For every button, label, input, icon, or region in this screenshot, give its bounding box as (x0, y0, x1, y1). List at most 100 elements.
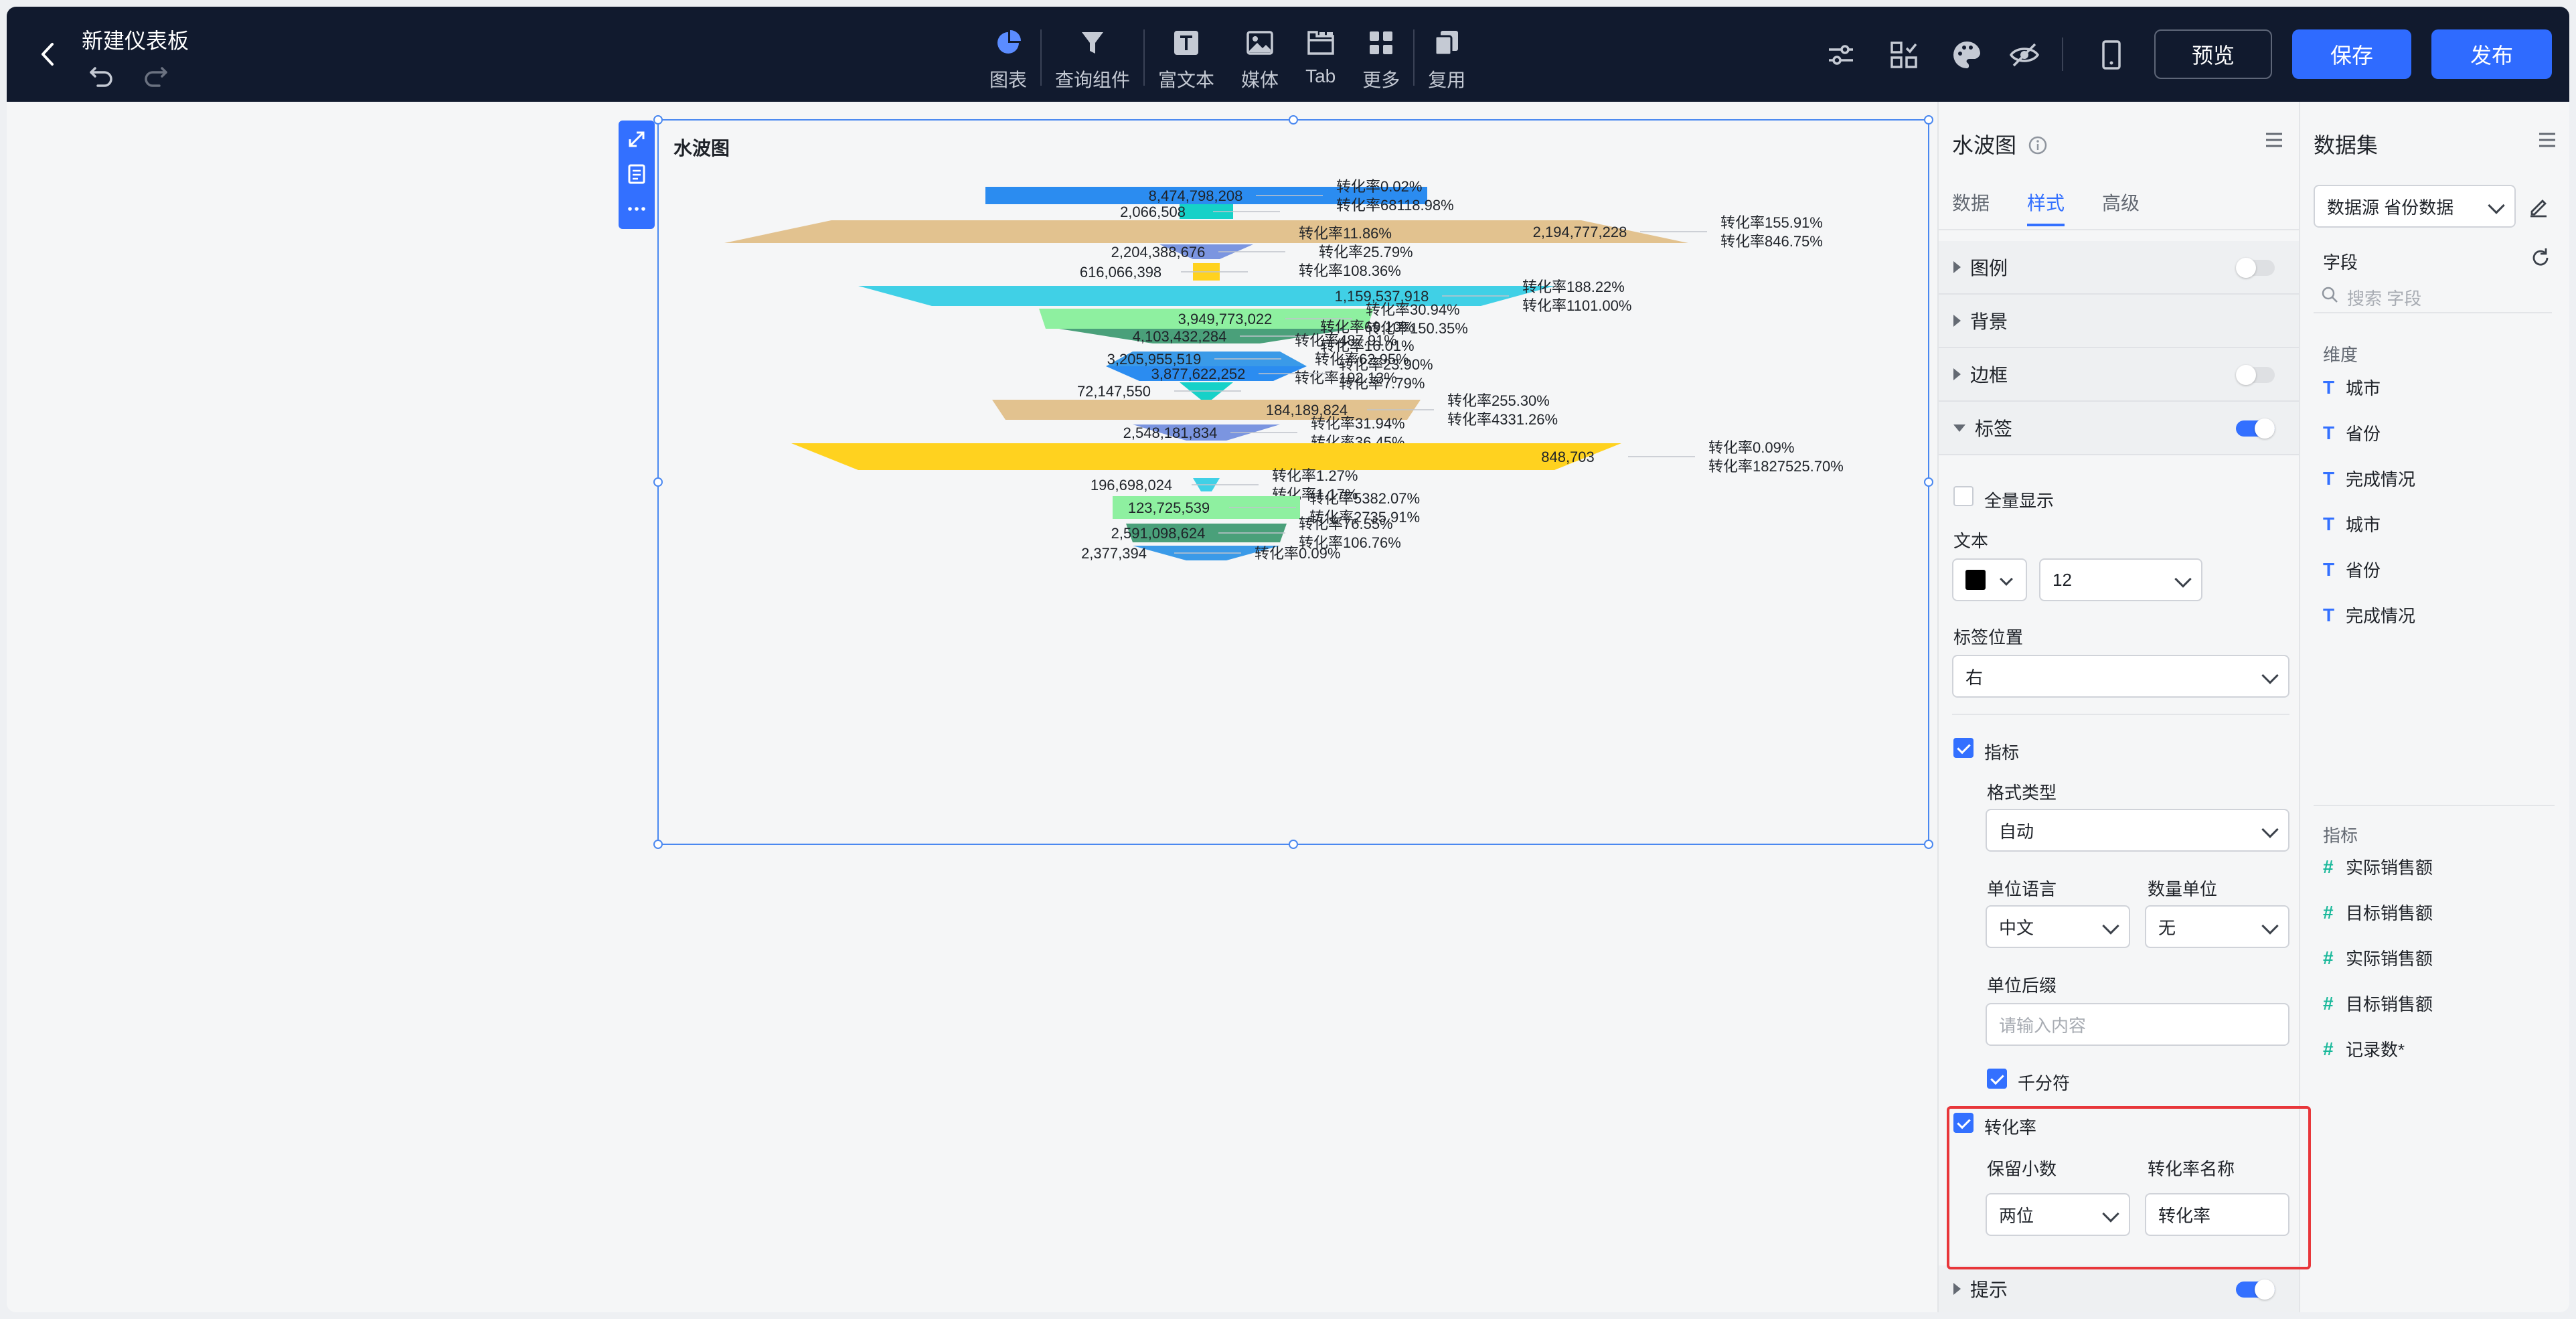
text-type-icon: T (2323, 467, 2335, 489)
conversion-rate-label: 转化率68118.98% (1336, 197, 1454, 214)
settings-sliders-icon[interactable] (1825, 39, 1857, 71)
thousands-separator-label: 千分符 (2018, 1073, 2071, 1093)
resize-handle-bottom-right[interactable] (1924, 840, 1933, 849)
font-size-select[interactable]: 12 (2039, 558, 2202, 601)
chevron-down-icon (2000, 572, 2013, 586)
detail-document-icon[interactable] (625, 162, 649, 186)
unit-language-select[interactable]: 中文 (1986, 905, 2130, 948)
top-bar: 新建仪表板 图表 查询组件 富文本 媒体 Tab 更多 复用 预览 保存 发布 (7, 7, 2569, 102)
conversion-rate-label: 转化率23.90% (1339, 356, 1433, 373)
tool-reuse[interactable]: 复用 (1415, 20, 1479, 94)
border-toggle[interactable] (2236, 365, 2275, 385)
metric-field-actual-sales[interactable]: # 实际销售额 (2323, 945, 2433, 970)
format-type-select[interactable]: 自动 (1986, 809, 2289, 852)
label-toggle[interactable] (2236, 418, 2275, 439)
resize-handle-bottom[interactable] (1289, 840, 1298, 849)
tab-data[interactable]: 数据 (1952, 189, 1990, 226)
resize-handle-top[interactable] (1289, 115, 1298, 125)
more-ellipsis-icon[interactable] (625, 197, 649, 221)
datasource-select[interactable]: 数据源 省份数据 (2314, 185, 2516, 228)
tool-tab[interactable]: Tab (1292, 20, 1349, 94)
section-title: 背景 (1970, 311, 2008, 332)
edit-pencil-icon[interactable] (2526, 194, 2551, 218)
resize-handle-top-right[interactable] (1924, 115, 1933, 125)
tooltip-toggle[interactable] (2236, 1279, 2275, 1300)
rich-text-icon (1174, 31, 1199, 55)
resize-handle-top-left[interactable] (653, 115, 663, 125)
tool-media[interactable]: 媒体 (1228, 20, 1292, 94)
tab-advanced[interactable]: 高级 (2102, 189, 2140, 226)
tool-rich-text[interactable]: 富文本 (1145, 20, 1228, 94)
panel-menu-icon[interactable] (2263, 129, 2285, 151)
panel-menu-icon[interactable] (2536, 129, 2559, 151)
grid-icon (1370, 31, 1393, 54)
field-name: 目标销售额 (2346, 903, 2433, 923)
resize-handle-bottom-left[interactable] (653, 840, 663, 849)
tool-more[interactable]: 更多 (1349, 20, 1413, 94)
undo-icon[interactable] (87, 59, 116, 88)
number-type-icon: # (2323, 856, 2334, 877)
dimension-field-completion[interactable]: T 完成情况 (2323, 466, 2415, 491)
show-all-checkbox[interactable] (1953, 486, 1974, 506)
section-tooltip[interactable]: 提示 (1939, 1265, 2300, 1312)
metric-label: 指标 (1984, 743, 2020, 763)
dashboard-title[interactable]: 新建仪表板 (82, 24, 189, 55)
tool-query[interactable]: 查询组件 (1042, 20, 1143, 94)
conversion-rate-label: 转化率0.09% (1708, 439, 1794, 456)
metric-field-target-sales[interactable]: # 目标销售额 (2323, 900, 2433, 925)
tool-label: 媒体 (1241, 70, 1279, 90)
tool-chart[interactable]: 图表 (976, 20, 1040, 94)
dimension-field-city[interactable]: T 城市 (2323, 512, 2381, 536)
dimension-field-completion[interactable]: T 完成情况 (2323, 603, 2415, 627)
mobile-layout-icon[interactable] (2095, 39, 2127, 71)
legend-toggle[interactable] (2236, 258, 2275, 278)
metric-checkbox[interactable] (1953, 738, 1974, 758)
unit-suffix-input[interactable]: 请输入内容 (1986, 1003, 2289, 1046)
value-label: 3,877,622,252 (1151, 366, 1246, 382)
refresh-icon[interactable] (2529, 246, 2552, 269)
section-legend[interactable]: 图例 (1939, 241, 2300, 295)
metric-field-target-sales[interactable]: # 目标销售额 (2323, 991, 2433, 1016)
resize-handle-right[interactable] (1924, 477, 1933, 487)
section-background[interactable]: 背景 (1939, 295, 2300, 348)
layout-checklist-icon[interactable] (1888, 39, 1920, 71)
metric-field-record-count[interactable]: # 记录数* (2323, 1036, 2405, 1061)
thousands-separator-checkbox[interactable] (1987, 1069, 2007, 1089)
field-search-box[interactable]: 搜索 字段 (2314, 277, 2552, 313)
tab-style[interactable]: 样式 (2027, 189, 2065, 226)
dashboard-canvas[interactable]: 8,474,798,208 转化率0.02% 转化率68118.98% 2,066,5… (7, 102, 1937, 1312)
conversion-rate-label: 转化率0.09% (1255, 545, 1340, 562)
section-label[interactable]: 标签 (1939, 402, 2300, 455)
hide-eye-icon[interactable] (2008, 39, 2040, 71)
back-arrow-icon[interactable] (32, 37, 66, 71)
expand-arrow-icon (1953, 1283, 1961, 1295)
save-button[interactable]: 保存 (2292, 29, 2411, 79)
search-icon (2322, 287, 2338, 303)
chevron-down-icon (2488, 197, 2505, 214)
resize-handle-left[interactable] (653, 477, 663, 487)
funnel-stage[interactable] (791, 443, 1621, 470)
text-type-icon: T (2323, 422, 2335, 443)
font-color-picker[interactable] (1952, 558, 2027, 601)
dimension-field-province[interactable]: T 省份 (2323, 420, 2381, 445)
tool-label: 复用 (1428, 70, 1466, 90)
label-position-select[interactable]: 右 (1952, 655, 2289, 698)
conversion-rate-label: 转化率7.79% (1339, 375, 1425, 392)
section-border[interactable]: 边框 (1939, 348, 2300, 402)
water-wave-chart-widget[interactable]: 8,474,798,208 转化率0.02% 转化率68118.98% 2,066,5… (653, 115, 1933, 849)
dimension-field-city[interactable]: T 城市 (2323, 375, 2381, 400)
conversion-rate-label: 转化率4331.26% (1447, 411, 1558, 428)
expand-arrow-icon (1953, 315, 1961, 327)
theme-palette-icon[interactable] (1951, 39, 1983, 71)
metric-field-actual-sales[interactable]: # 实际销售额 (2323, 854, 2433, 879)
funnel-chart: 8,474,798,208 转化率0.02% 转化率68118.98% 2,066,5… (724, 178, 1844, 562)
value-label: 616,066,398 (1080, 264, 1161, 281)
conversion-rate-label: 转化率255.30% (1447, 392, 1550, 409)
info-icon[interactable] (2028, 135, 2048, 155)
preview-button[interactable]: 预览 (2154, 29, 2272, 79)
dimension-field-province[interactable]: T 省份 (2323, 557, 2381, 582)
expand-icon[interactable] (625, 127, 649, 151)
quantity-unit-select[interactable]: 无 (2145, 905, 2289, 948)
redo-icon[interactable] (141, 59, 170, 88)
publish-button[interactable]: 发布 (2431, 29, 2552, 79)
